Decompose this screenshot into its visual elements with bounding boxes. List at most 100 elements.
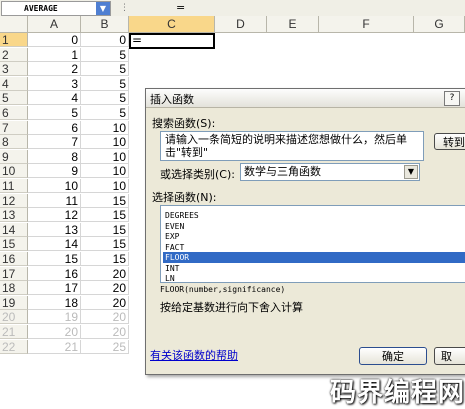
cell-b[interactable]: 5: [81, 77, 129, 91]
cell-a[interactable]: 18: [28, 296, 81, 310]
search-function-input[interactable]: 请输入一条简短的说明来描述您想做什么，然后单击"转到": [160, 131, 424, 161]
cell-a[interactable]: 4: [28, 91, 81, 105]
function-list-item[interactable]: EXP: [163, 231, 465, 242]
cell-a[interactable]: 6: [28, 121, 81, 135]
row-header[interactable]: 22: [0, 340, 28, 354]
column-header-f[interactable]: F: [319, 16, 414, 33]
dialog-titlebar[interactable]: 插入函数 ?: [146, 89, 465, 108]
name-box-text: AVERAGE: [24, 4, 58, 13]
cell-b[interactable]: 0: [81, 33, 129, 47]
cell-b[interactable]: 10: [81, 121, 129, 135]
cell-b[interactable]: 15: [81, 223, 129, 237]
row-header[interactable]: 14: [0, 223, 28, 237]
cell-a[interactable]: 9: [28, 164, 81, 178]
formula-input[interactable]: =: [176, 0, 185, 15]
function-list-item[interactable]: INT: [163, 263, 465, 274]
cell-a[interactable]: 17: [28, 281, 81, 295]
column-header-d[interactable]: D: [215, 16, 267, 33]
function-listbox[interactable]: DEGREES EVEN EXP FACT FLOOR INT LN: [160, 205, 465, 283]
ok-button[interactable]: 确定: [359, 347, 427, 365]
active-cell-c1[interactable]: =: [129, 33, 215, 49]
row-header[interactable]: 10: [0, 164, 28, 178]
cell-b[interactable]: 20: [81, 267, 129, 281]
cell-a[interactable]: 14: [28, 237, 81, 251]
row-header[interactable]: 1: [0, 33, 28, 47]
column-header-g[interactable]: G: [414, 16, 465, 33]
row-header[interactable]: 11: [0, 179, 28, 193]
row-header[interactable]: 8: [0, 135, 28, 149]
cell-b[interactable]: 15: [81, 208, 129, 222]
cell-b[interactable]: 15: [81, 237, 129, 251]
cell-a[interactable]: 12: [28, 208, 81, 222]
select-all-corner[interactable]: [0, 16, 28, 33]
row-header[interactable]: 3: [0, 62, 28, 76]
function-list-item[interactable]: DEGREES: [163, 210, 465, 221]
cell-b[interactable]: 10: [81, 179, 129, 193]
row-header[interactable]: 9: [0, 150, 28, 164]
cell-a[interactable]: 13: [28, 223, 81, 237]
cell-b[interactable]: 20: [81, 310, 129, 324]
row-header[interactable]: 18: [0, 281, 28, 295]
category-select[interactable]: 数学与三角函数 ▼: [240, 163, 420, 181]
column-header-c[interactable]: C: [129, 16, 215, 33]
column-header-a[interactable]: A: [28, 16, 81, 33]
cancel-button[interactable]: 取: [434, 347, 465, 365]
cell-b[interactable]: 20: [81, 281, 129, 295]
cell-b[interactable]: 25: [81, 340, 129, 354]
function-list-item[interactable]: EVEN: [163, 221, 465, 232]
cell-b[interactable]: 5: [81, 106, 129, 120]
insert-function-dialog: 插入函数 ? 搜索函数(S): 请输入一条简短的说明来描述您想做什么，然后单击"…: [145, 88, 465, 375]
cell-b[interactable]: 15: [81, 194, 129, 208]
cell-a[interactable]: 15: [28, 252, 81, 266]
cell-b[interactable]: 5: [81, 91, 129, 105]
cell-a[interactable]: 0: [28, 33, 81, 47]
select-function-label: 选择函数(N):: [152, 191, 217, 204]
cell-b[interactable]: 5: [81, 62, 129, 76]
cell-b[interactable]: 15: [81, 252, 129, 266]
cell-a[interactable]: 10: [28, 179, 81, 193]
row-header[interactable]: 5: [0, 91, 28, 105]
function-list-item[interactable]: LN: [163, 273, 465, 282]
row-header[interactable]: 15: [0, 237, 28, 251]
name-box[interactable]: AVERAGE ▼: [1, 1, 111, 16]
cell-a[interactable]: 20: [28, 325, 81, 339]
cell-a[interactable]: 11: [28, 194, 81, 208]
cell-a[interactable]: 19: [28, 310, 81, 324]
cell-a[interactable]: 3: [28, 77, 81, 91]
column-header-b[interactable]: B: [81, 16, 129, 33]
cell-a[interactable]: 1: [28, 48, 81, 62]
help-icon[interactable]: ?: [444, 91, 460, 106]
cell-b[interactable]: 20: [81, 296, 129, 310]
cell-b[interactable]: 20: [81, 325, 129, 339]
formula-bar: AVERAGE ▼ ⋮ =: [0, 0, 465, 17]
column-header-e[interactable]: E: [267, 16, 319, 33]
row-header[interactable]: 20: [0, 310, 28, 324]
row-header[interactable]: 4: [0, 77, 28, 91]
chevron-down-icon[interactable]: ▼: [96, 2, 110, 15]
row-header[interactable]: 13: [0, 208, 28, 222]
cell-b[interactable]: 10: [81, 135, 129, 149]
cell-b[interactable]: 5: [81, 48, 129, 62]
function-list-item[interactable]: FLOOR: [163, 252, 465, 263]
row-header[interactable]: 12: [0, 194, 28, 208]
cell-a[interactable]: 16: [28, 267, 81, 281]
row-header[interactable]: 2: [0, 48, 28, 62]
category-select-value: 数学与三角函数: [244, 165, 321, 178]
cell-a[interactable]: 8: [28, 150, 81, 164]
row-header[interactable]: 17: [0, 267, 28, 281]
cell-b[interactable]: 10: [81, 164, 129, 178]
row-header[interactable]: 19: [0, 296, 28, 310]
function-list-item[interactable]: FACT: [163, 242, 465, 253]
function-help-link[interactable]: 有关该函数的帮助: [150, 347, 238, 363]
cell-a[interactable]: 21: [28, 340, 81, 354]
cell-a[interactable]: 2: [28, 62, 81, 76]
chevron-down-icon[interactable]: ▼: [404, 165, 418, 179]
goto-button[interactable]: 转到: [434, 133, 465, 150]
cell-a[interactable]: 5: [28, 106, 81, 120]
row-header[interactable]: 6: [0, 106, 28, 120]
cell-a[interactable]: 7: [28, 135, 81, 149]
row-header[interactable]: 16: [0, 252, 28, 266]
row-header[interactable]: 21: [0, 325, 28, 339]
cell-b[interactable]: 10: [81, 150, 129, 164]
row-header[interactable]: 7: [0, 121, 28, 135]
